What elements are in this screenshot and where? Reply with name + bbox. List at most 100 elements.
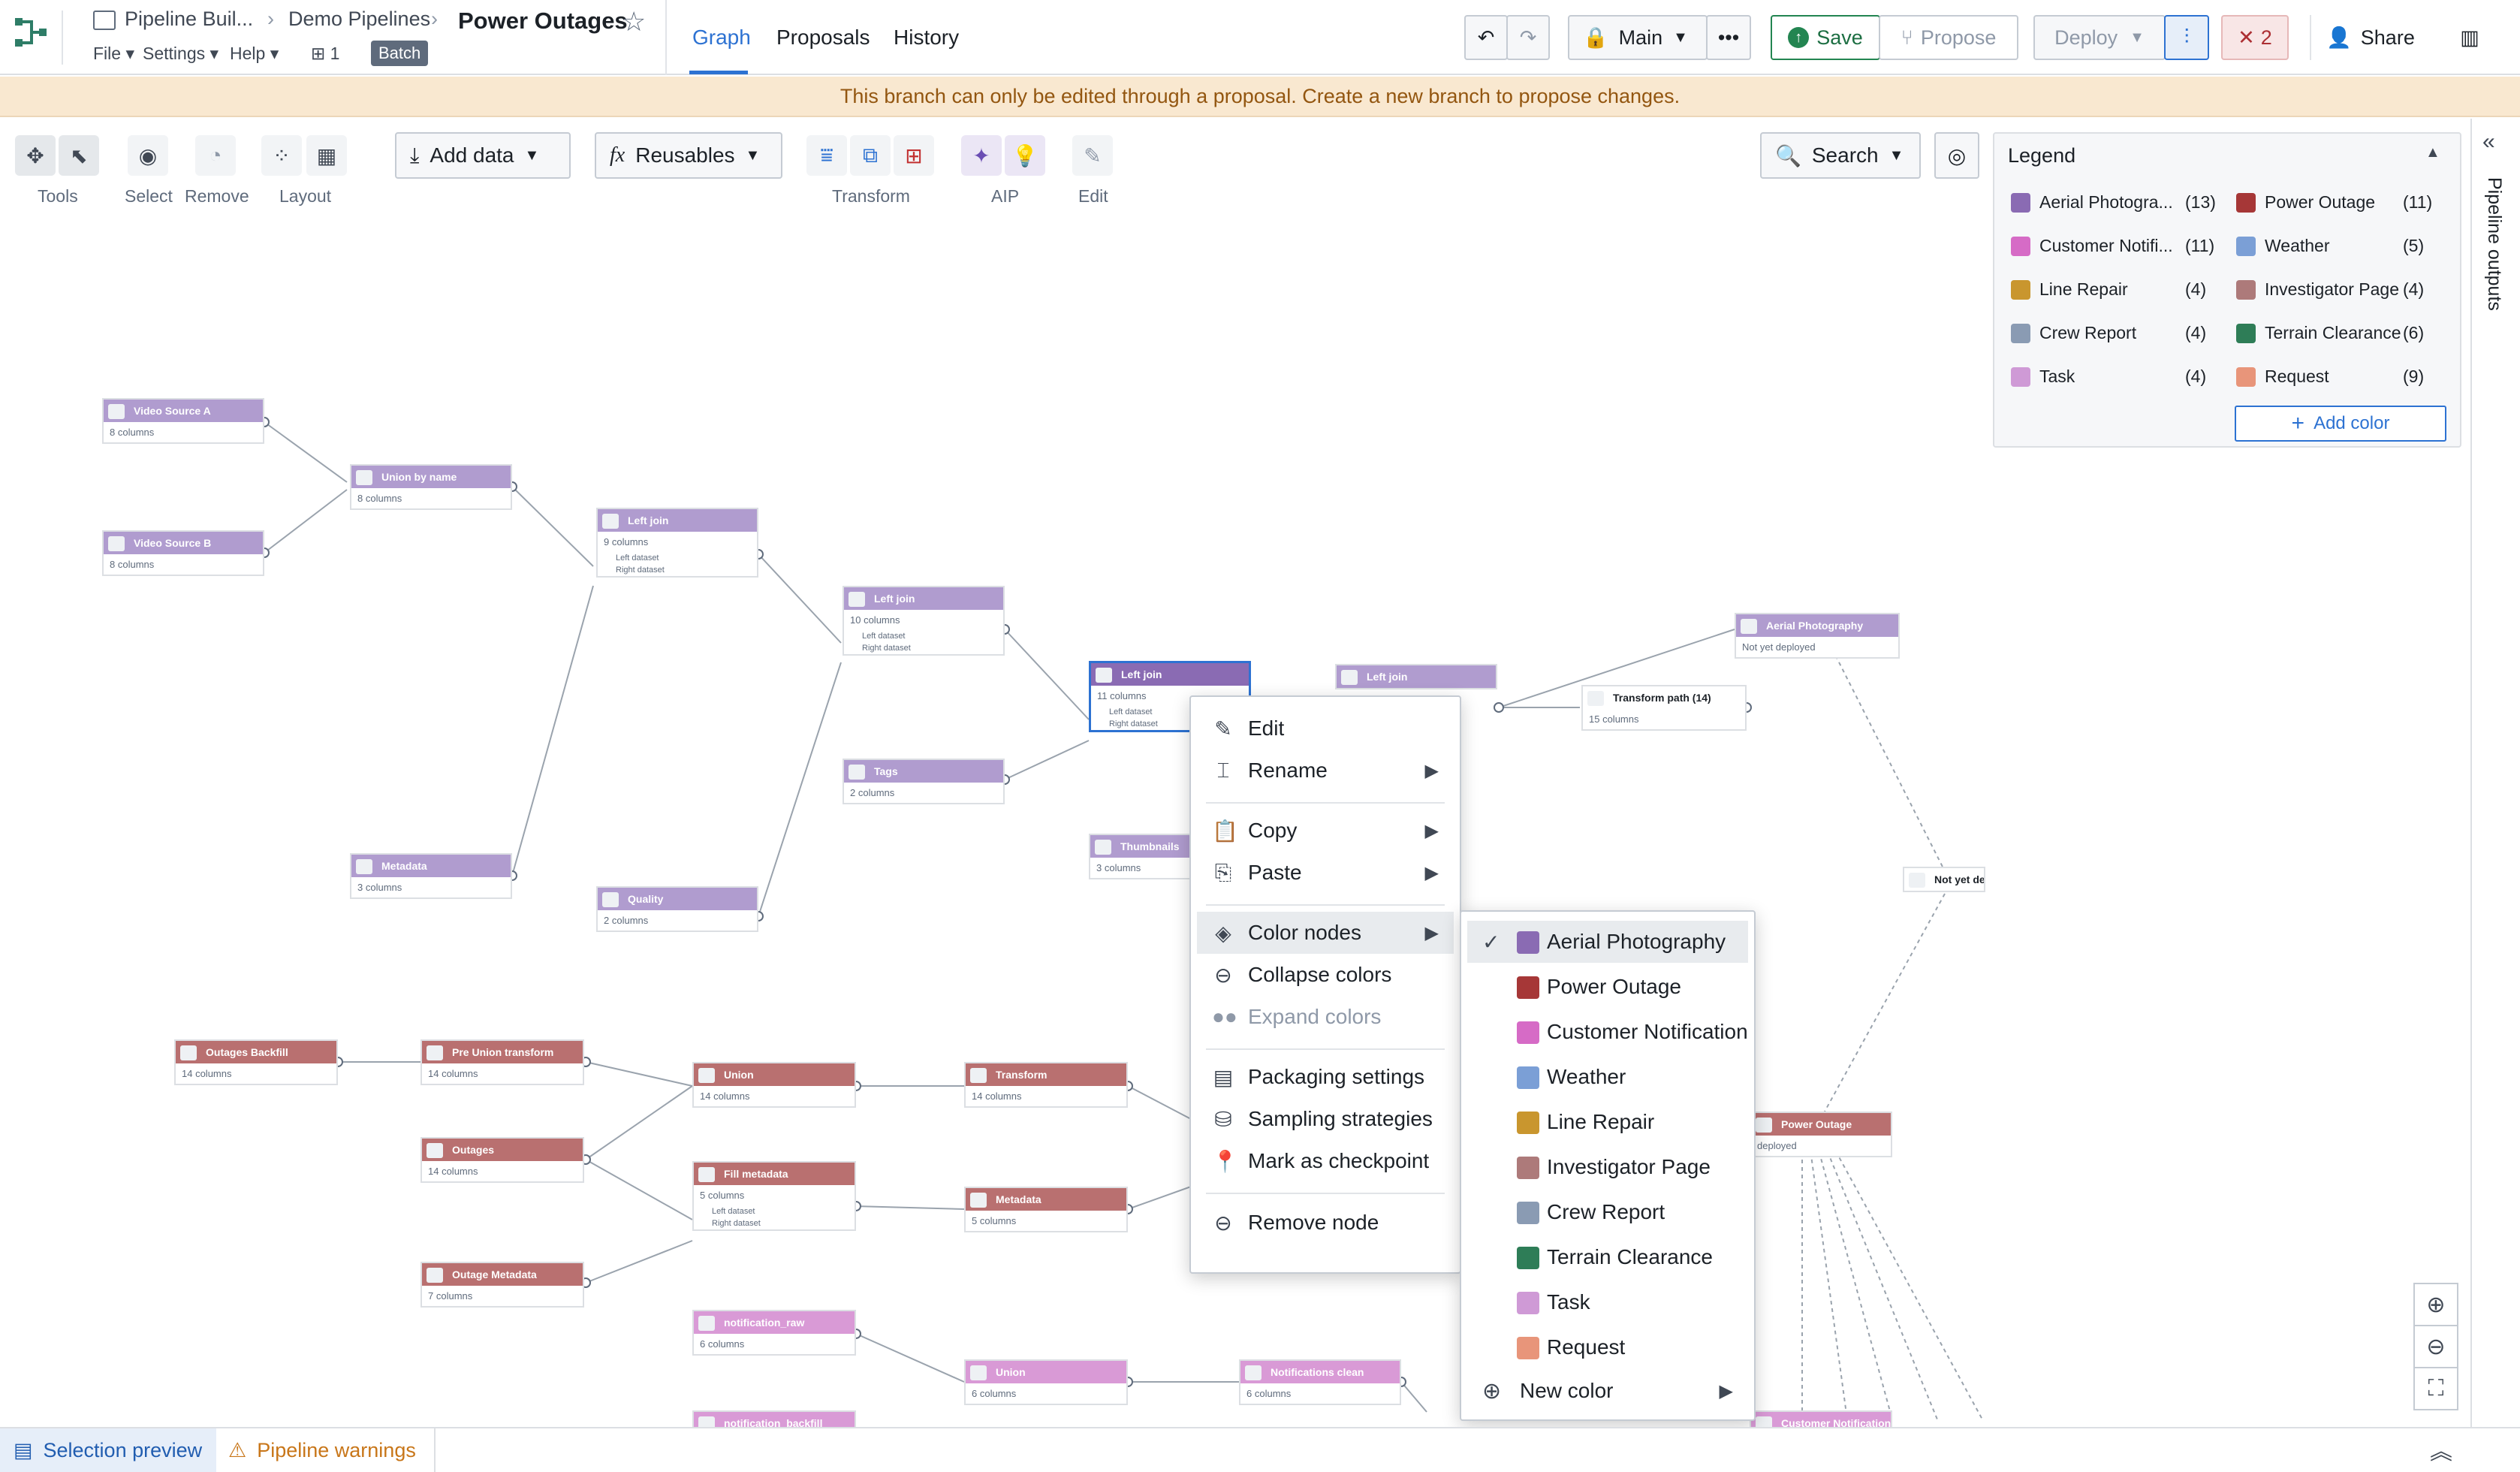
pipeline-node[interactable]: notification_raw 6 columns <box>692 1310 856 1356</box>
pipeline-node[interactable]: Outage Metadata 7 columns <box>421 1262 584 1308</box>
node-left-input[interactable]: Left dataset <box>844 630 1003 642</box>
pipeline-node[interactable]: Aerial Photography Not yet deployed <box>1735 613 1900 659</box>
pipeline-node[interactable]: Left join 9 columns Left dataset Right data… <box>596 508 758 578</box>
reusables-button[interactable]: fx Reusables ▼ <box>595 132 782 179</box>
color-option[interactable]: Weather <box>1467 1056 1748 1098</box>
color-option[interactable]: Customer Notification <box>1467 1011 1748 1053</box>
collapse-colors-icon: ⊖ <box>1214 963 1232 987</box>
pan-tool-button[interactable]: ✥ <box>15 135 56 176</box>
color-option[interactable]: Request <box>1467 1326 1748 1368</box>
legend-item-name: Investigator Page <box>2265 279 2400 299</box>
selection-preview-tab[interactable]: ▤ Selection preview <box>0 1428 216 1472</box>
color-option[interactable]: Task <box>1467 1281 1748 1323</box>
legend-item[interactable]: Investigator Page <box>2236 279 2399 300</box>
menu-item-paste[interactable]: ⎘ Paste ▶ <box>1197 852 1454 894</box>
color-option[interactable]: Investigator Page <box>1467 1146 1748 1188</box>
menu-item-packaging-settings[interactable]: ▤ Packaging settings <box>1197 1056 1454 1098</box>
pipeline-outputs-panel[interactable] <box>2470 119 2520 1427</box>
zoom-out-button[interactable]: ⊖ <box>2413 1325 2458 1368</box>
pipeline-node[interactable]: Outages Backfill 14 columns <box>174 1039 338 1085</box>
menu-item-copy[interactable]: 📋 Copy ▶ <box>1197 810 1454 852</box>
view-toggle-button[interactable]: ◎ <box>1934 132 1979 179</box>
menu-item-color-nodes[interactable]: ◈ Color nodes ▶ <box>1197 912 1454 954</box>
collapse-legend-icon[interactable]: ▲ <box>2425 144 2440 161</box>
pipeline-node[interactable]: Tags 2 columns <box>843 759 1005 804</box>
node-column-count: 6 columns <box>972 1388 1017 1399</box>
pipeline-node[interactable]: Union 14 columns <box>692 1062 856 1108</box>
legend-item[interactable]: Terrain Clearance <box>2236 323 2401 343</box>
pipeline-node[interactable]: Transform path (14) 15 columns <box>1581 685 1747 731</box>
legend-item[interactable]: Aerial Photogra... <box>2011 192 2173 213</box>
remove-button[interactable]: ◔ <box>195 135 236 176</box>
layout-auto-button[interactable]: ⁘ <box>261 135 302 176</box>
legend-item[interactable]: Customer Notifi... <box>2011 236 2173 256</box>
node-title: Transform <box>966 1063 1126 1086</box>
menu-item-expand-colors[interactable]: ●● Expand colors <box>1197 996 1454 1038</box>
pipeline-node[interactable]: Outages 14 columns <box>421 1137 584 1183</box>
menu-item-mark-as-checkpoint[interactable]: 📍 Mark as checkpoint <box>1197 1140 1454 1182</box>
transform-button[interactable]: ⩸ <box>806 135 847 176</box>
fit-to-screen-button[interactable]: ⛶ <box>2413 1367 2458 1410</box>
legend-item[interactable]: Line Repair <box>2011 279 2128 300</box>
pipeline-node[interactable]: Notifications clean 6 columns <box>1239 1359 1401 1405</box>
checkmark-icon: ✓ <box>1482 930 1500 954</box>
legend-item[interactable]: Task <box>2011 366 2075 387</box>
pipeline-node[interactable]: Left join 10 columns Left dataset Right dat… <box>843 586 1005 656</box>
edit-button[interactable]: ✎ <box>1072 135 1113 176</box>
color-option-label: Line Repair <box>1547 1110 1655 1133</box>
pipeline-node[interactable]: Left join <box>1335 664 1497 689</box>
color-option[interactable]: Terrain Clearance <box>1467 1236 1748 1278</box>
chevron-left-icon[interactable]: « <box>2482 129 2495 155</box>
aip-generate-button[interactable]: ✦ <box>961 135 1002 176</box>
pipeline-node[interactable]: Metadata 5 columns <box>964 1187 1128 1232</box>
zoom-in-button[interactable]: ⊕ <box>2413 1283 2458 1326</box>
pipeline-node[interactable]: Quality 2 columns <box>596 886 758 932</box>
node-right-input[interactable]: Right dataset <box>844 642 1003 654</box>
menu-item-edit[interactable]: ✎ Edit <box>1197 707 1454 750</box>
legend-item-count: (11) <box>2185 236 2215 255</box>
menu-item-collapse-colors[interactable]: ⊖ Collapse colors <box>1197 954 1454 996</box>
pipeline-node[interactable]: Video Source B 8 columns <box>102 530 264 576</box>
layout-dots-icon: ⁘ <box>273 143 291 167</box>
search-button[interactable]: 🔍 Search ▼ <box>1760 132 1921 179</box>
menu-item-sampling-strategies[interactable]: ⛁ Sampling strategies <box>1197 1098 1454 1140</box>
legend-item[interactable]: Weather <box>2236 236 2330 256</box>
aip-suggest-button[interactable]: 💡 <box>1005 135 1045 176</box>
node-left-input[interactable]: Left dataset <box>598 552 757 564</box>
menu-item-remove-node[interactable]: ⊖ Remove node <box>1197 1202 1454 1244</box>
menu-item-rename[interactable]: ⌶ Rename ▶ <box>1197 750 1454 792</box>
add-data-button[interactable]: ⤓ Add data ▼ <box>395 132 571 179</box>
color-option[interactable]: ✓ Aerial Photography <box>1467 921 1748 963</box>
pipeline-node[interactable]: Not yet deployed <box>1903 867 1985 892</box>
add-color-button[interactable]: + Add color <box>2235 406 2446 442</box>
layout-grid-button[interactable]: ▦ <box>306 135 347 176</box>
pipeline-warnings-tab[interactable]: ⚠ Pipeline warnings <box>218 1428 436 1472</box>
pipeline-node[interactable]: Video Source A 8 columns <box>102 398 264 444</box>
node-right-input[interactable]: Right dataset <box>598 564 757 576</box>
pipeline-outputs-label[interactable]: Pipeline outputs <box>2483 177 2505 311</box>
union-button[interactable]: ⊞ <box>894 135 934 176</box>
expand-panel-icon[interactable]: ︽ <box>2430 1433 2452 1466</box>
legend-item[interactable]: Crew Report <box>2011 323 2136 343</box>
legend-item[interactable]: Request <box>2236 366 2329 387</box>
node-right-input[interactable]: Right dataset <box>694 1217 855 1229</box>
caret-down-icon: ▼ <box>524 146 540 164</box>
pipeline-node[interactable]: Pre Union transform 14 columns <box>421 1039 584 1085</box>
node-title: Notifications clean <box>1240 1361 1400 1383</box>
select-tool-button[interactable]: ⬉ <box>59 135 99 176</box>
pipeline-node[interactable]: Fill metadata 5 columns Left dataset Right … <box>692 1161 856 1231</box>
color-option[interactable]: Crew Report <box>1467 1191 1748 1233</box>
select-button[interactable]: ◉ <box>128 135 168 176</box>
pipeline-node[interactable]: Transform 14 columns <box>964 1062 1128 1108</box>
join-button[interactable]: ⧉ <box>850 135 891 176</box>
node-left-input[interactable]: Left dataset <box>694 1205 855 1217</box>
pipeline-node[interactable]: Power Outage deployed <box>1750 1112 1892 1157</box>
color-option[interactable]: Power Outage <box>1467 966 1748 1008</box>
legend-item[interactable]: Power Outage <box>2236 192 2375 213</box>
pipeline-node[interactable]: Union by name 8 columns <box>350 464 512 510</box>
pipeline-node[interactable]: Union 6 columns <box>964 1359 1128 1405</box>
transform-icon: ⩸ <box>820 143 833 167</box>
menu-item-new-color[interactable]: ⊕ New color ▶ <box>1467 1370 1748 1412</box>
color-option[interactable]: Line Repair <box>1467 1101 1748 1143</box>
pipeline-node[interactable]: Metadata 3 columns <box>350 853 512 899</box>
